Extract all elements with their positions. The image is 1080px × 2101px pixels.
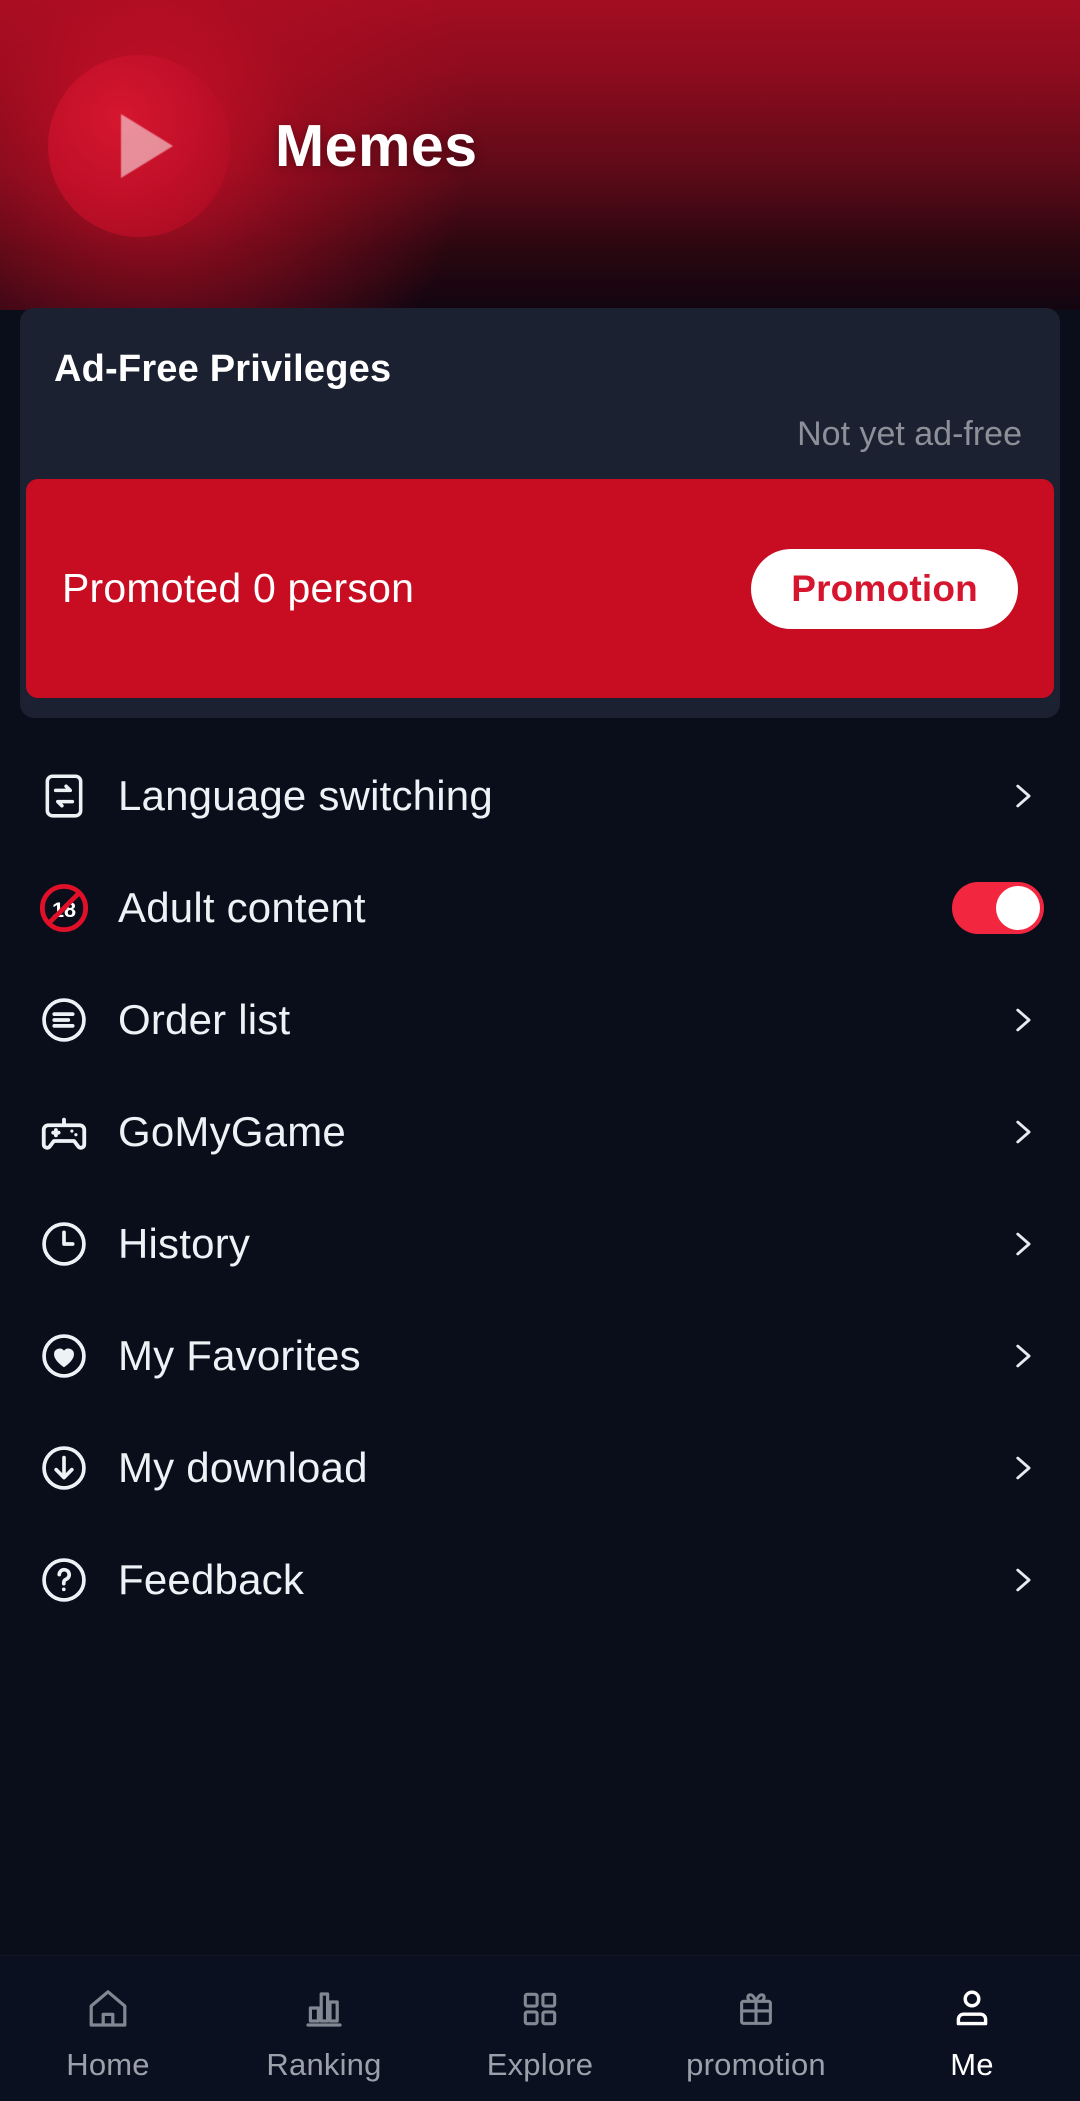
bottom-navigation: Home Ranking Explore promotion Me: [0, 1955, 1080, 2101]
home-icon: [84, 1981, 132, 2037]
promotion-banner[interactable]: Promoted 0 person Promotion: [26, 479, 1054, 698]
nav-item-promotion[interactable]: promotion: [648, 1956, 864, 2101]
menu-item-my-favorites[interactable]: My Favorites: [32, 1300, 1048, 1412]
heart-icon: [32, 1324, 96, 1388]
chevron-right-icon[interactable]: [1002, 1224, 1042, 1264]
question-mark-icon: [32, 1548, 96, 1612]
play-triangle-icon: [121, 114, 173, 178]
profile-header: Memes: [0, 0, 1080, 310]
age-18-restricted-icon: 18: [32, 876, 96, 940]
menu-item-label: Feedback: [118, 1556, 305, 1603]
ad-free-privileges-card[interactable]: Ad-Free Privileges Not yet ad-free Promo…: [20, 308, 1060, 718]
ad-free-title: Ad-Free Privileges: [54, 348, 392, 390]
promotion-button[interactable]: Promotion: [751, 548, 1018, 629]
menu-item-history[interactable]: History: [32, 1188, 1048, 1300]
chevron-right-icon[interactable]: [1002, 1000, 1042, 1040]
app-screen: Memes Ad-Free Privileges Not yet ad-free…: [0, 0, 1080, 2101]
settings-menu-list: Language switching 18 Adult content Orde…: [0, 740, 1080, 1955]
menu-item-label: Adult content: [118, 884, 366, 931]
menu-item-language-switching[interactable]: Language switching: [32, 740, 1048, 852]
bar-chart-icon: [300, 1981, 348, 2037]
nav-item-label: Ranking: [266, 2046, 382, 2082]
menu-item-label: History: [118, 1220, 251, 1267]
menu-item-feedback[interactable]: Feedback: [32, 1524, 1048, 1636]
menu-item-label: Order list: [118, 996, 291, 1043]
toggle-knob: [996, 886, 1040, 930]
nav-item-explore[interactable]: Explore: [432, 1956, 648, 2101]
chevron-right-icon[interactable]: [1002, 1560, 1042, 1600]
menu-item-label: Language switching: [118, 772, 493, 819]
gamepad-icon: [32, 1100, 96, 1164]
chevron-right-icon[interactable]: [1002, 1112, 1042, 1152]
header-row: Memes: [48, 55, 478, 237]
chevron-right-icon[interactable]: [1002, 1448, 1042, 1488]
nav-item-ranking[interactable]: Ranking: [216, 1956, 432, 2101]
grid-icon: [518, 1981, 562, 2037]
chevron-right-icon[interactable]: [1002, 776, 1042, 816]
nav-item-label: Home: [66, 2046, 150, 2082]
gift-icon: [733, 1981, 779, 2037]
language-switch-icon: [32, 764, 96, 828]
avatar[interactable]: [48, 55, 230, 237]
order-list-icon: [32, 988, 96, 1052]
chevron-right-icon[interactable]: [1002, 1336, 1042, 1376]
menu-item-label: My Favorites: [118, 1332, 361, 1379]
ad-free-status: Not yet ad-free: [797, 415, 1022, 453]
person-icon: [948, 1981, 996, 2037]
promoted-count-label: Promoted 0 person: [62, 565, 415, 611]
download-arrow-icon: [32, 1436, 96, 1500]
nav-item-me[interactable]: Me: [864, 1956, 1080, 2101]
menu-item-adult-content[interactable]: 18 Adult content: [32, 852, 1048, 964]
nav-item-label: Explore: [486, 2046, 594, 2082]
menu-item-gomygame[interactable]: GoMyGame: [32, 1076, 1048, 1188]
menu-item-my-download[interactable]: My download: [32, 1412, 1048, 1524]
adult-content-toggle[interactable]: [952, 882, 1044, 934]
nav-item-home[interactable]: Home: [0, 1956, 216, 2101]
menu-item-label: My download: [118, 1444, 368, 1491]
page-title: Memes: [275, 113, 478, 179]
nav-item-label: promotion: [686, 2046, 826, 2082]
clock-icon: [32, 1212, 96, 1276]
menu-item-label: GoMyGame: [118, 1108, 346, 1155]
menu-item-order-list[interactable]: Order list: [32, 964, 1048, 1076]
nav-item-label: Me: [950, 2046, 994, 2082]
